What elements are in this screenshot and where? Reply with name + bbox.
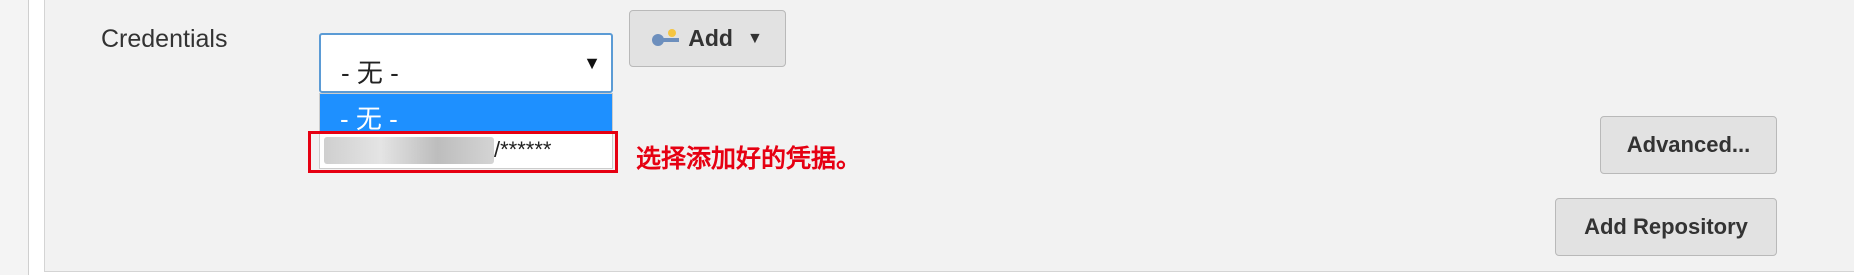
credentials-label: Credentials [101,25,228,53]
left-rail [0,0,29,275]
add-repository-button[interactable]: Add Repository [1555,198,1777,256]
add-credentials-button[interactable]: Add ▼ [629,10,786,67]
key-icon [652,28,680,49]
dropdown-arrow-icon: ▼ [583,53,601,73]
credentials-option-none[interactable]: - 无 - [320,94,612,134]
credentials-select-value: - 无 - [341,58,399,88]
highlight-box [308,131,618,173]
credentials-select[interactable]: - 无 - ▼ [319,33,613,93]
caret-down-icon: ▼ [746,29,763,47]
add-button-label: Add [688,25,733,51]
advanced-button[interactable]: Advanced... [1600,116,1777,174]
annotation-text: 选择添加好的凭据。 [636,145,862,173]
